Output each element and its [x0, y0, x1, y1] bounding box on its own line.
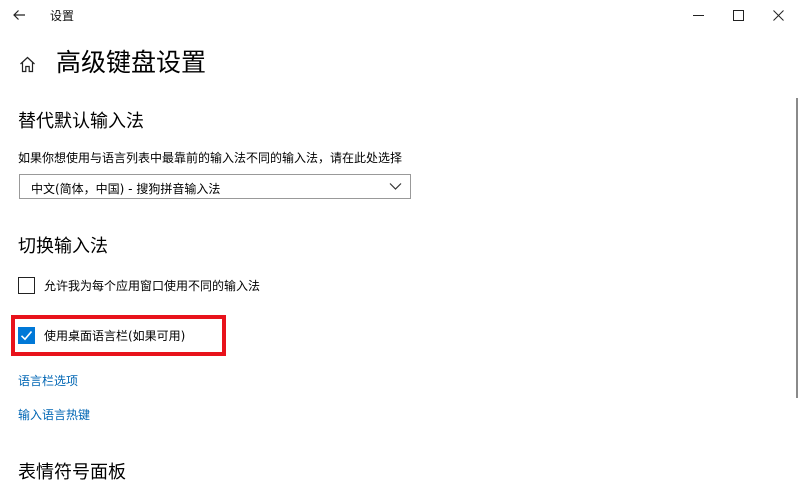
title-bar: 设置 [0, 0, 800, 30]
per-app-input-checkbox[interactable] [18, 276, 35, 294]
language-bar-checkbox[interactable] [18, 326, 35, 344]
override-input-description: 如果你想使用与语言列表中最靠前的输入法不同的输入法，请在此处选择 [18, 151, 403, 165]
page-title: 高级键盘设置 [56, 48, 207, 77]
language-bar-checkbox-row[interactable]: 使用桌面语言栏(如果可用) [18, 325, 185, 345]
close-button[interactable] [760, 0, 796, 30]
arrow-left-icon [13, 10, 25, 20]
scrollbar-thumb[interactable] [796, 98, 798, 398]
per-app-input-label: 允许我为每个应用窗口使用不同的输入法 [44, 278, 261, 293]
close-icon [772, 9, 784, 21]
override-input-heading: 替代默认输入法 [18, 111, 144, 132]
page-header: 高级键盘设置 [16, 48, 206, 80]
input-language-hotkeys-link[interactable]: 输入语言热键 [18, 406, 90, 423]
minimize-button[interactable] [680, 0, 716, 30]
language-bar-label: 使用桌面语言栏(如果可用) [44, 328, 186, 343]
back-button[interactable] [6, 3, 32, 27]
maximize-icon [732, 9, 744, 21]
home-button[interactable] [16, 53, 38, 75]
window-title: 设置 [50, 9, 75, 23]
home-icon [19, 56, 35, 72]
checkmark-icon [20, 330, 33, 340]
maximize-button[interactable] [720, 0, 756, 30]
language-bar-options-link[interactable]: 语言栏选项 [18, 372, 78, 389]
chevron-down-icon [389, 183, 402, 190]
minimize-icon [692, 14, 704, 16]
switch-input-heading: 切换输入法 [18, 236, 108, 257]
input-method-dropdown[interactable]: 中文(简体，中国) - 搜狗拼音输入法 [19, 174, 411, 199]
dropdown-selected-value: 中文(简体，中国) - 搜狗拼音输入法 [31, 182, 221, 196]
per-app-input-checkbox-row[interactable]: 允许我为每个应用窗口使用不同的输入法 [18, 275, 260, 295]
emoji-panel-heading: 表情符号面板 [18, 462, 126, 483]
